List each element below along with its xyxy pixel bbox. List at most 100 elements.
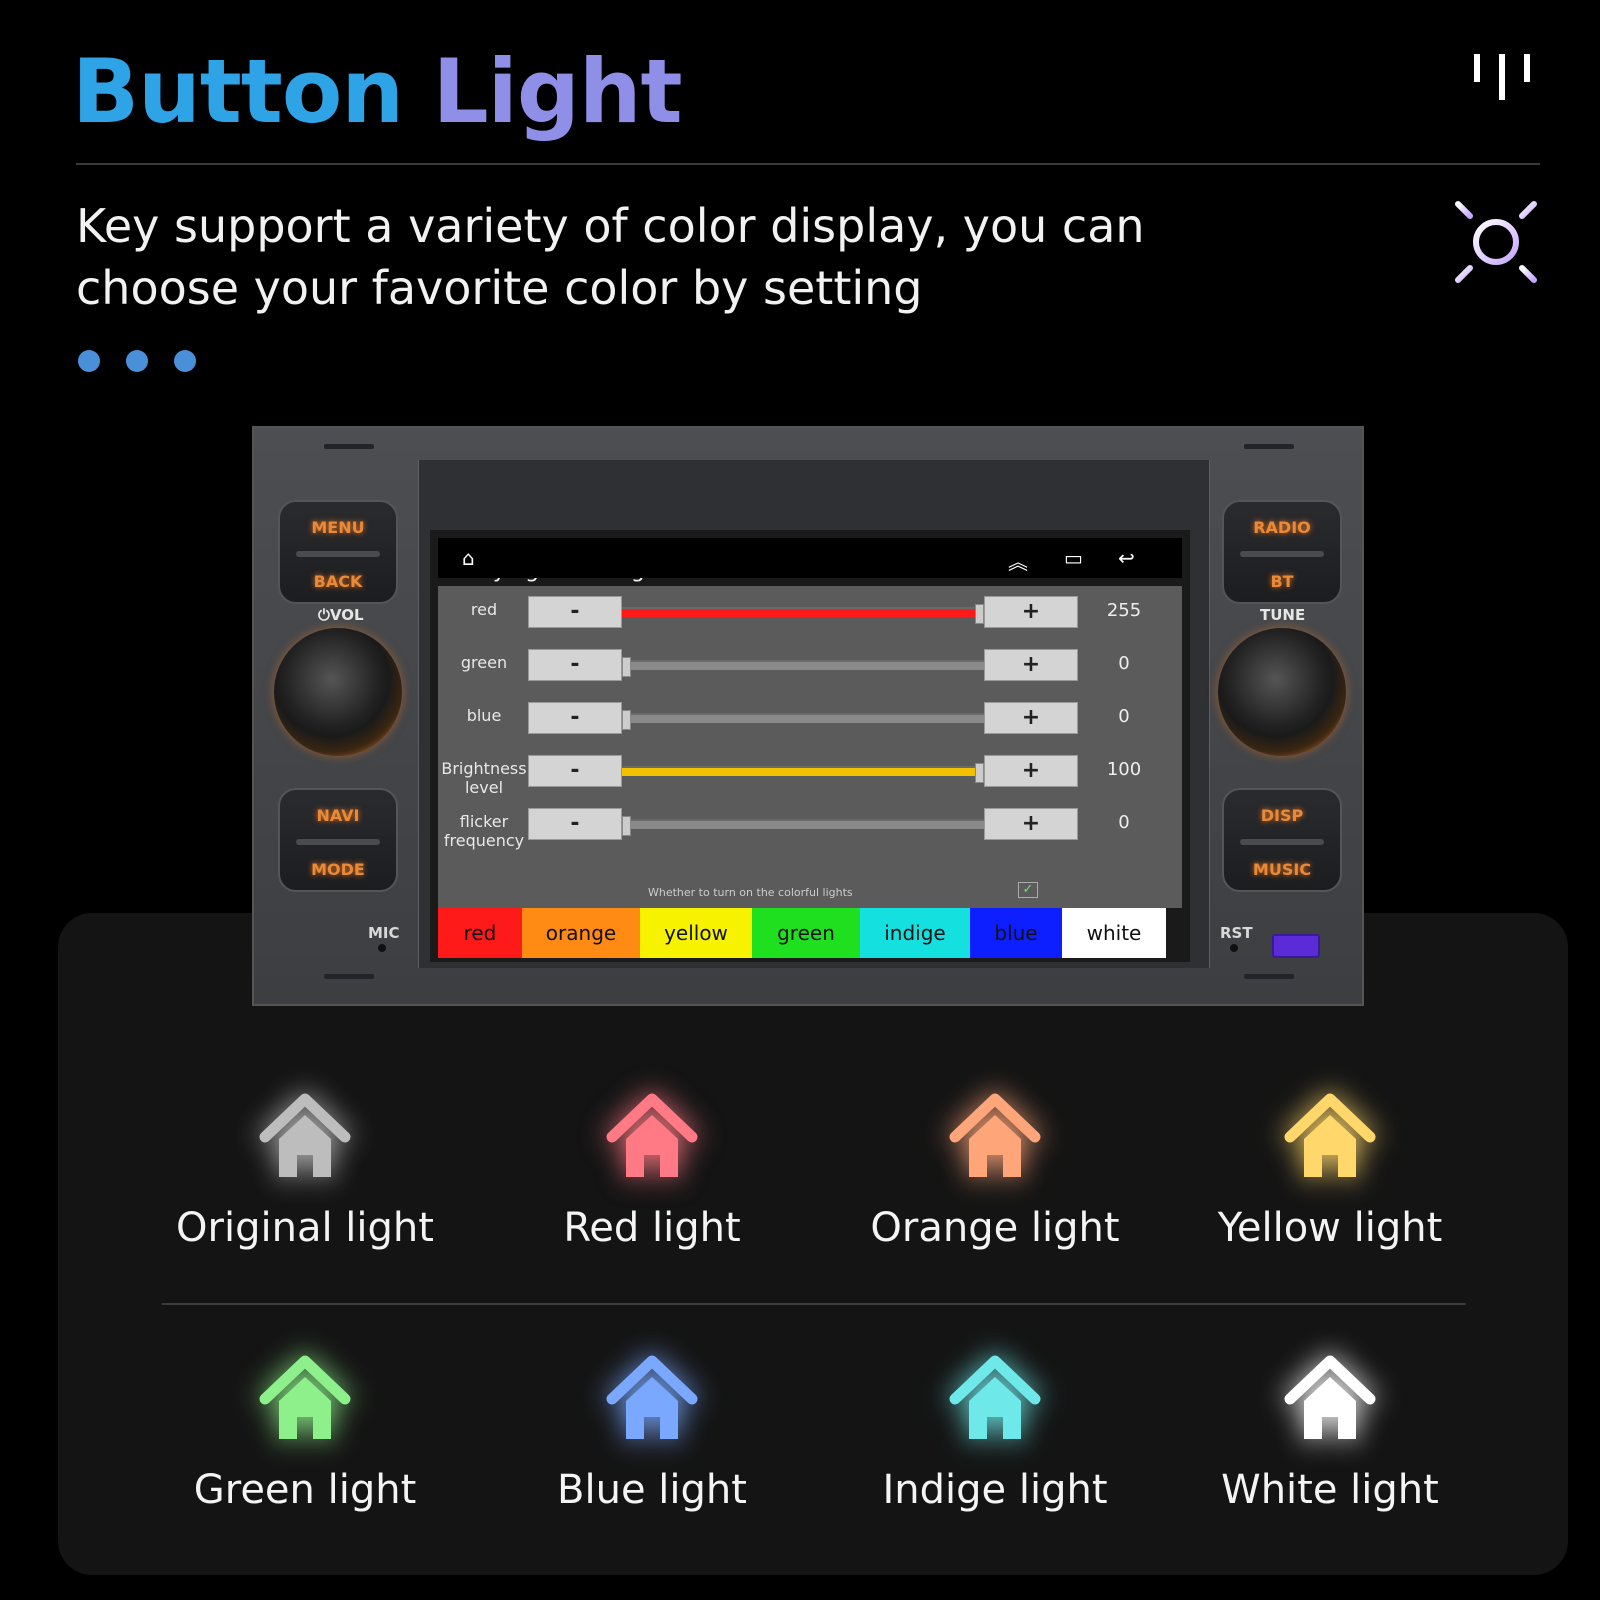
music-label: MUSIC: [1252, 860, 1312, 879]
slider-fill: [622, 609, 984, 617]
home-nav-icon[interactable]: ⌂: [462, 546, 475, 570]
tune-label: TUNE: [1260, 606, 1306, 624]
slider-track[interactable]: [622, 710, 984, 730]
slider-thumb[interactable]: [975, 604, 984, 624]
unit-slot: [324, 444, 374, 449]
increase-button[interactable]: +: [984, 596, 1078, 628]
slider-track[interactable]: [622, 657, 984, 677]
slider-thumb[interactable]: [622, 657, 631, 677]
home-icon: [259, 1093, 351, 1177]
home-icon: [949, 1355, 1041, 1439]
title-word-2: Light: [432, 40, 683, 143]
dot: [174, 350, 196, 372]
light-option: Red light: [502, 1093, 802, 1293]
slider-thumb[interactable]: [622, 816, 631, 836]
unit-slot: [1244, 444, 1294, 449]
light-caption: Original light: [176, 1205, 434, 1251]
light-option: Blue light: [502, 1355, 802, 1555]
dot: [78, 350, 100, 372]
light-caption: Orange light: [870, 1205, 1120, 1251]
light-caption: Green light: [193, 1467, 417, 1513]
home-icon: [1284, 1093, 1376, 1177]
bt-label: BT: [1270, 572, 1294, 591]
radio-bt-button[interactable]: RADIO BT: [1222, 500, 1342, 604]
rst-hole[interactable]: [1230, 944, 1238, 952]
unit-slot: [324, 974, 374, 979]
color-option-yellow[interactable]: yellow: [640, 908, 752, 958]
dot: [126, 350, 148, 372]
toggle-note: Whether to turn on the colorful lights: [648, 886, 853, 899]
color-option-indige[interactable]: indige: [860, 908, 970, 958]
colorful-lights-checkbox[interactable]: ✓: [1018, 882, 1038, 898]
settings-area: red - +255 green - +0 blue - +0 Brightness level -…: [438, 586, 1182, 908]
back-nav-icon[interactable]: ↩: [1118, 546, 1135, 570]
slider-row: flicker frequency - +0: [438, 804, 1182, 850]
color-option-green[interactable]: green: [752, 908, 860, 958]
vol-label: ⏻VOL: [318, 606, 364, 624]
light-option: Yellow light: [1180, 1093, 1480, 1293]
increase-button[interactable]: +: [984, 649, 1078, 681]
mic-label: MIC: [368, 924, 400, 942]
slider-track[interactable]: [622, 763, 984, 783]
color-option-white[interactable]: white: [1062, 908, 1166, 958]
gallery-divider: [162, 1303, 1466, 1305]
color-option-blue[interactable]: blue: [970, 908, 1062, 958]
recent-apps-icon[interactable]: ▭: [1064, 546, 1083, 570]
light-caption: White light: [1221, 1467, 1439, 1513]
decrease-button[interactable]: -: [528, 649, 622, 681]
increase-button[interactable]: +: [984, 755, 1078, 787]
tune-knob[interactable]: [1218, 628, 1346, 756]
menu-label: MENU: [311, 518, 365, 537]
slider-track[interactable]: [622, 604, 984, 624]
key-light-settings-screen: Key light settings ⌂ ︽ ▭ ↩ red-+255green…: [430, 530, 1190, 962]
button-divider: [296, 839, 380, 845]
disp-music-button[interactable]: DISP MUSIC: [1222, 788, 1342, 892]
decrease-button[interactable]: -: [528, 596, 622, 628]
slider-row: green - +0: [438, 645, 1182, 685]
expand-up-icon[interactable]: ︽: [1008, 546, 1028, 575]
rst-label: RST: [1220, 924, 1253, 942]
home-icon: [1284, 1355, 1376, 1439]
slider-track[interactable]: [622, 816, 984, 836]
light-caption: Blue light: [557, 1467, 747, 1513]
page-title: Button Light: [72, 40, 683, 143]
slider-label: green: [460, 653, 508, 672]
light-caption: Red light: [563, 1205, 741, 1251]
slider-row: red - +255: [438, 592, 1182, 632]
slider-fill: [622, 768, 984, 776]
decrease-button[interactable]: -: [528, 808, 622, 840]
home-icon: [949, 1093, 1041, 1177]
mic-hole: [378, 944, 386, 952]
navi-mode-button[interactable]: NAVI MODE: [278, 788, 398, 892]
slider-label: Brightness level: [441, 759, 527, 797]
disp-label: DISP: [1260, 806, 1304, 825]
usb-port: [1272, 934, 1320, 958]
brand-mark-icon: [1474, 54, 1530, 100]
navi-label: NAVI: [316, 806, 360, 825]
color-option-red[interactable]: red: [438, 908, 522, 958]
volume-knob[interactable]: [274, 628, 402, 756]
increase-button[interactable]: +: [984, 808, 1078, 840]
menu-back-button[interactable]: MENU BACK: [278, 500, 398, 604]
decrease-button[interactable]: -: [528, 702, 622, 734]
subtitle: Key support a variety of color display, …: [76, 199, 1145, 315]
sun-icon: [1439, 185, 1553, 299]
status-bar: ⌂ ︽ ▭ ↩: [438, 538, 1182, 578]
color-preset-bar: red orange yellow green indige blue white: [438, 908, 1182, 958]
radio-label: RADIO: [1253, 518, 1311, 537]
slider-value: 100: [1106, 759, 1142, 780]
slider-value: 255: [1106, 600, 1142, 621]
color-option-orange[interactable]: orange: [522, 908, 640, 958]
slider-row: blue - +0: [438, 698, 1182, 738]
decrease-button[interactable]: -: [528, 755, 622, 787]
slider-thumb[interactable]: [622, 710, 631, 730]
slider-label: red: [470, 600, 498, 619]
slider-value: 0: [1118, 706, 1130, 727]
light-option: Orange light: [845, 1093, 1145, 1293]
slider-row: Brightness level - +100: [438, 751, 1182, 797]
slider-thumb[interactable]: [975, 763, 984, 783]
slider-label: flicker frequency: [443, 812, 525, 850]
increase-button[interactable]: +: [984, 702, 1078, 734]
button-divider: [1240, 551, 1324, 557]
light-caption: Yellow light: [1217, 1205, 1443, 1251]
